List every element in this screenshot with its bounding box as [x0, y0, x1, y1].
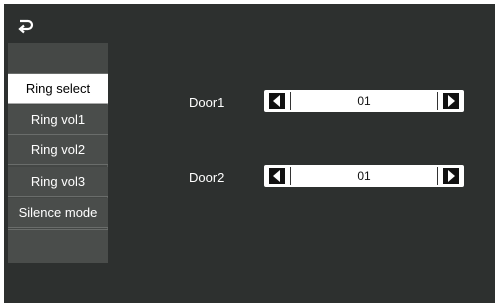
door1-label: Door1: [189, 95, 225, 110]
door1-value: 01: [290, 92, 438, 110]
door2-label: Door2: [189, 170, 225, 185]
sidebar-item-ring-vol2[interactable]: Ring vol2: [8, 135, 108, 165]
sidebar-item-silence-mode[interactable]: Silence mode: [8, 198, 108, 228]
door1-selector: 01: [264, 90, 464, 112]
sidebar-spacer: [8, 43, 108, 74]
door1-prev-button[interactable]: [269, 93, 285, 109]
screen: Ring select Ring vol1 Ring vol2 Ring vol…: [4, 4, 495, 303]
door2-next-button[interactable]: [443, 168, 459, 184]
door2-selector: 01: [264, 165, 464, 187]
door2-prev-button[interactable]: [269, 168, 285, 184]
door1-next-button[interactable]: [443, 93, 459, 109]
sidebar-item-ring-select[interactable]: Ring select: [8, 74, 108, 104]
door2-value: 01: [290, 167, 438, 185]
sidebar: Ring select Ring vol1 Ring vol2 Ring vol…: [8, 43, 108, 263]
sidebar-item-ring-vol3[interactable]: Ring vol3: [8, 167, 108, 197]
sidebar-spacer-bottom: [8, 229, 108, 263]
sidebar-item-ring-vol1[interactable]: Ring vol1: [8, 105, 108, 135]
return-arrow-icon[interactable]: [14, 16, 36, 36]
